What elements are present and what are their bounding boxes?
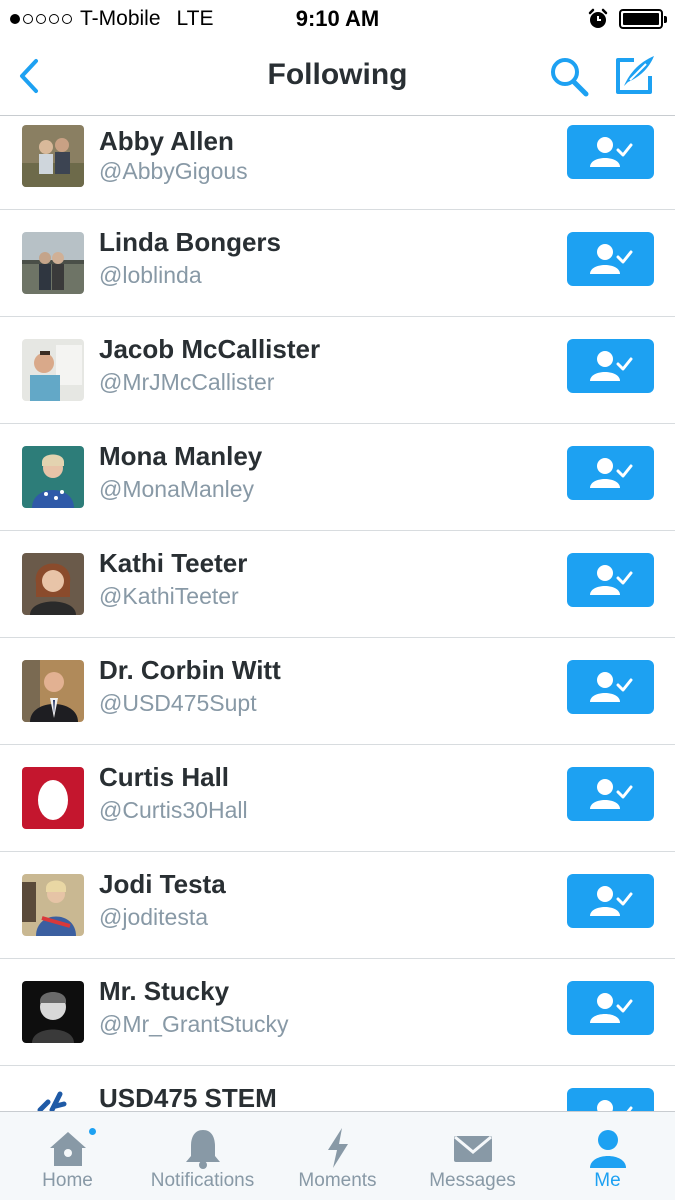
- avatar[interactable]: [22, 874, 84, 936]
- following-button[interactable]: [567, 1088, 654, 1111]
- list-item[interactable]: Mona Manley @MonaManley: [0, 424, 675, 531]
- following-button[interactable]: [567, 660, 654, 714]
- alarm-icon: [588, 8, 608, 28]
- account-name[interactable]: USD475 STEM: [99, 1083, 277, 1111]
- avatar[interactable]: [22, 553, 84, 615]
- avatar[interactable]: [22, 232, 84, 294]
- account-handle: @loblinda: [99, 262, 202, 288]
- following-button[interactable]: [567, 232, 654, 286]
- account-handle: @MrJMcCallister: [99, 369, 275, 395]
- account-name[interactable]: Jacob McCallister: [99, 334, 320, 365]
- list-item[interactable]: USD475 STEM: [0, 1066, 675, 1111]
- following-list: Abby Allen @AbbyGigous Linda Bongers @lo…: [0, 117, 675, 1111]
- list-item[interactable]: Curtis Hall @Curtis30Hall: [0, 745, 675, 852]
- following-button[interactable]: [567, 339, 654, 393]
- tab-notifications[interactable]: Notifications: [135, 1112, 270, 1200]
- person-check-icon: [589, 886, 632, 916]
- avatar[interactable]: [22, 1088, 84, 1111]
- account-handle: @Mr_GrantStucky: [99, 1011, 289, 1037]
- envelope-icon: [453, 1135, 492, 1162]
- following-button[interactable]: [567, 446, 654, 500]
- person-check-icon: [596, 1100, 632, 1111]
- avatar[interactable]: [22, 660, 84, 722]
- account-name[interactable]: Kathi Teeter: [99, 548, 247, 579]
- account-handle: @USD475Supt: [99, 690, 257, 716]
- person-check-icon: [589, 779, 632, 809]
- list-item[interactable]: Jacob McCallister @MrJMcCallister: [0, 317, 675, 424]
- status-right: [587, 8, 667, 30]
- person-icon: [589, 1130, 626, 1168]
- tab-label: Moments: [298, 1170, 377, 1191]
- account-handle: @joditesta: [99, 904, 209, 930]
- avatar[interactable]: [22, 125, 84, 187]
- following-button[interactable]: [567, 553, 654, 607]
- lightning-icon: [327, 1128, 348, 1168]
- account-handle: @Curtis30Hall: [99, 797, 248, 823]
- search-icon[interactable]: [548, 54, 590, 98]
- list-item[interactable]: Kathi Teeter @KathiTeeter: [0, 531, 675, 638]
- compose-icon[interactable]: [612, 52, 658, 98]
- home-icon: [49, 1132, 86, 1166]
- tab-moments[interactable]: Moments: [270, 1112, 405, 1200]
- account-name[interactable]: Abby Allen: [99, 126, 234, 157]
- avatar[interactable]: [22, 767, 84, 829]
- account-handle: @MonaManley: [99, 476, 255, 502]
- tab-label: Me: [594, 1170, 621, 1191]
- following-button[interactable]: [567, 981, 654, 1035]
- tab-label: Home: [42, 1170, 93, 1191]
- following-button[interactable]: [567, 125, 654, 179]
- list-item[interactable]: Jodi Testa @joditesta: [0, 852, 675, 959]
- tab-home[interactable]: Home: [0, 1112, 135, 1200]
- account-name[interactable]: Linda Bongers: [99, 227, 281, 258]
- tab-messages[interactable]: Messages: [405, 1112, 540, 1200]
- status-bar: T-Mobile LTE 9:10 AM: [0, 0, 675, 40]
- clock: 9:10 AM: [295, 6, 380, 31]
- following-button[interactable]: [567, 874, 654, 928]
- account-name[interactable]: Mona Manley: [99, 441, 262, 472]
- avatar[interactable]: [22, 446, 84, 508]
- tab-bar: Home Notifications Moments Messages Me: [0, 1111, 675, 1200]
- following-button[interactable]: [567, 767, 654, 821]
- tab-me[interactable]: Me: [540, 1112, 675, 1200]
- account-handle: @KathiTeeter: [99, 583, 239, 609]
- list-item[interactable]: Dr. Corbin Witt @USD475Supt: [0, 638, 675, 745]
- person-check-icon: [589, 672, 632, 702]
- list-item[interactable]: Mr. Stucky @Mr_GrantStucky: [0, 959, 675, 1066]
- person-check-icon: [589, 565, 632, 595]
- person-check-icon: [589, 351, 632, 381]
- tab-label: Messages: [429, 1170, 516, 1191]
- unread-dot: [87, 1126, 98, 1137]
- list-item[interactable]: Abby Allen @AbbyGigous: [0, 117, 675, 210]
- bell-icon: [185, 1130, 220, 1169]
- account-name[interactable]: Mr. Stucky: [99, 976, 229, 1007]
- account-name[interactable]: Curtis Hall: [99, 762, 229, 793]
- tab-label: Notifications: [150, 1170, 255, 1191]
- account-name[interactable]: Jodi Testa: [99, 869, 226, 900]
- person-check-icon: [589, 993, 632, 1023]
- avatar[interactable]: [22, 981, 84, 1043]
- account-name[interactable]: Dr. Corbin Witt: [99, 655, 281, 686]
- person-check-icon: [589, 458, 632, 488]
- avatar[interactable]: [22, 339, 84, 401]
- nav-bar: Following: [0, 40, 675, 116]
- list-item[interactable]: Linda Bongers @loblinda: [0, 210, 675, 317]
- person-check-icon: [589, 244, 632, 274]
- account-handle: @AbbyGigous: [99, 158, 248, 184]
- person-check-icon: [589, 137, 632, 167]
- battery-icon: [619, 9, 667, 29]
